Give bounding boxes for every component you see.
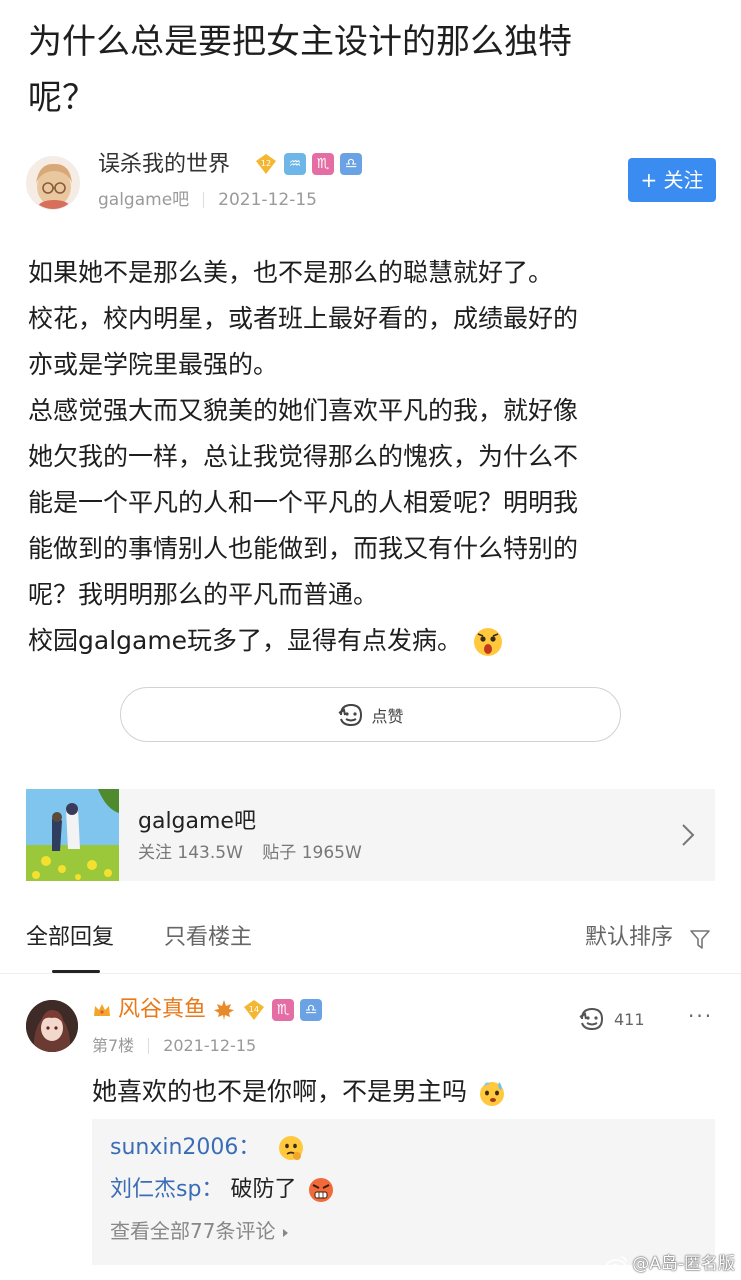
like-button[interactable]: 点赞 [120,687,621,742]
watermark: @A岛-匿名版 [606,1252,735,1276]
sweat-emoji-icon [479,1082,504,1106]
forum-posts: 贴子 1965W [262,843,362,863]
author-forum[interactable]: galgame吧 [98,188,189,212]
weibo-logo-icon [606,1256,628,1273]
author-row: 误杀我的世界 12 ♒ ♏ ♎ galgame吧 2021-12-15 + 关注 [26,150,716,216]
post-line: 校园galgame玩多了，显得有点发病。 [28,626,463,655]
caret-right-icon [282,1229,288,1237]
watermark-text: @A岛-匿名版 [632,1254,735,1274]
chevron-right-icon [682,824,695,846]
maple-leaf-icon [214,1000,235,1020]
post-body: 如果她不是那么美，也不是那么的聪慧就好了。 校花，校内明星，或者班上最好看的，成… [28,250,718,664]
scorpio-icon: ♏ [312,153,334,175]
author-avatar[interactable] [26,156,80,210]
level-badge-icon: 12 [256,154,276,174]
post-title-line-1: 为什么总是要把女主设计的那么独特 [28,22,572,62]
sub-comment-user[interactable]: sunxin2006： [110,1135,260,1160]
crown-icon [94,1004,110,1016]
reply-like-count: 411 [614,1009,645,1029]
sort-dropdown[interactable]: 默认排序 [585,922,673,954]
post-line: 能是一个平凡的人和一个平凡的人相爱呢？明明我 [28,488,579,517]
post-line: 总感觉强大而又貌美的她们喜欢平凡的我，就好像 [28,396,579,425]
reply-floor: 第7楼 [92,1036,135,1055]
forum-name: galgame吧 [138,809,256,834]
reply-avatar[interactable] [26,1000,78,1052]
tieba-like-icon [579,1007,604,1031]
post-line: 校花，校内明星，或者班上最好看的，成绩最好的 [28,304,579,333]
post-title: 为什么总是要把女主设计的那么独特 呢？ [28,14,718,126]
reply-like-button[interactable]: 411 [578,1006,645,1032]
sub-comment-user[interactable]: 刘仁杰sp： [110,1177,223,1202]
shocked-emoji-icon [474,628,503,656]
libra-icon: ♎ [340,153,362,175]
post-line: 如果她不是那么美，也不是那么的聪慧就好了。 [28,258,554,287]
reply-text: 她喜欢的也不是你啊，不是男主吗 [92,1077,468,1106]
reply-tabs: 全部回复 只看楼主 默认排序 [0,912,741,974]
forum-card[interactable]: galgame吧 关注 143.5W 贴子 1965W [26,789,715,881]
thinking-emoji-icon [279,1136,304,1160]
tab-op-only[interactable]: 只看楼主 [164,922,252,954]
tab-active-indicator [52,970,100,973]
sub-comments: sunxin2006： 刘仁杰sp： 破防了 查看全部77条评论 [92,1119,715,1265]
post-line: 她欠我的一样，总让我觉得那么的愧疚，为什么不 [28,442,579,471]
libra-icon: ♎ [300,999,323,1021]
aquarius-icon: ♒ [284,153,306,175]
tieba-like-icon [338,703,363,726]
author-badges: 12 ♒ ♏ ♎ [254,152,362,176]
more-options-icon[interactable]: ··· [688,1006,713,1026]
svg-text:12: 12 [261,159,271,168]
svg-text:14: 14 [249,1005,259,1014]
sub-comment[interactable]: sunxin2006： [110,1133,305,1163]
meta-divider [203,192,205,208]
view-all-label: 查看全部77条评论 [110,1219,276,1243]
post-line: 亦或是学院里最强的。 [28,350,279,379]
angry-emoji-icon [309,1178,334,1202]
filter-icon[interactable] [689,928,711,950]
level-badge-icon: 14 [244,1000,265,1020]
reply-meta: 第7楼 2021-12-15 [92,1034,256,1058]
reply-header: 风谷真鱼 14 ♏ ♎ [92,994,323,1026]
forum-stats: 关注 143.5W 贴子 1965W [138,841,376,865]
like-label: 点赞 [371,706,404,726]
reply-date: 2021-12-15 [163,1036,257,1055]
forum-followers: 关注 143.5W [138,843,243,863]
view-all-comments-link[interactable]: 查看全部77条评论 [110,1217,290,1245]
post-line-last: 校园galgame玩多了，显得有点发病。 [28,618,718,664]
tab-all-replies[interactable]: 全部回复 [26,922,114,954]
author-meta: galgame吧 2021-12-15 [98,188,317,212]
meta-divider [148,1038,150,1054]
post-date: 2021-12-15 [218,190,317,210]
reply-username[interactable]: 风谷真鱼 [118,994,206,1026]
post-line: 能做到的事情别人也能做到，而我又有什么特别的 [28,534,579,563]
author-avatar-image [27,157,79,209]
author-name[interactable]: 误杀我的世界 [98,150,230,180]
reply-content: 她喜欢的也不是你啊，不是男主吗 [92,1072,507,1112]
sub-comment[interactable]: 刘仁杰sp： 破防了 [110,1175,335,1205]
forum-cover-image [26,789,119,881]
post-title-line-2: 呢？ [28,78,96,118]
sub-comment-text: 破防了 [230,1177,297,1202]
post-line: 呢？我明明那么的平凡而普通。 [28,580,379,609]
follow-button[interactable]: + 关注 [628,158,716,202]
scorpio-icon: ♏ [272,999,295,1021]
